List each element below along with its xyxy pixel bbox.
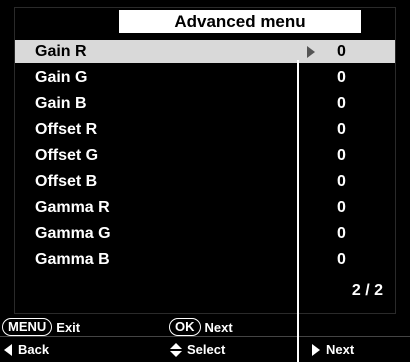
callout-guide-line <box>297 60 299 362</box>
ok-next-label: Next <box>204 319 233 335</box>
select-hint: Select <box>170 342 225 357</box>
menu-item-gamma-r[interactable]: Gamma R 0 <box>15 196 395 219</box>
menu-item-label: Gamma R <box>35 199 110 216</box>
menu-key-icon: MENU <box>2 318 53 336</box>
next-hint: Next <box>312 342 354 357</box>
adjust-right-arrow-icon[interactable] <box>307 46 315 58</box>
menu-item-gamma-g[interactable]: Gamma G 0 <box>15 222 395 245</box>
menu-item-value: 0 <box>337 251 346 268</box>
menu-item-label: Offset R <box>35 121 98 138</box>
menu-item-value: 0 <box>337 95 346 112</box>
menu-item-value: 0 <box>337 43 346 60</box>
menu-item-offset-g[interactable]: Offset G 0 <box>15 144 395 167</box>
menu-item-gain-g[interactable]: Gain G 0 <box>15 66 395 89</box>
advanced-menu-panel: Advanced menu Gain R 0 Gain G 0 Gain B 0… <box>14 7 396 314</box>
menu-exit-hint: MENU Exit <box>2 318 80 336</box>
menu-item-label: Gain B <box>35 95 87 112</box>
ok-next-hint: OK Next <box>169 318 233 336</box>
select-label: Select <box>187 342 226 357</box>
footer-divider <box>0 336 410 337</box>
menu-item-label: Gamma G <box>35 225 111 242</box>
ok-key-icon: OK <box>169 318 201 336</box>
menu-item-value: 0 <box>337 121 346 138</box>
next-label: Next <box>326 342 355 357</box>
menu-exit-label: Exit <box>56 319 81 335</box>
right-arrow-icon <box>312 343 320 356</box>
menu-item-label: Gain G <box>35 69 88 86</box>
menu-list: Gain R 0 Gain G 0 Gain B 0 Offset R 0 Of… <box>15 40 395 274</box>
menu-item-gain-r[interactable]: Gain R 0 <box>15 40 395 63</box>
back-label: Back <box>18 342 50 357</box>
menu-item-value: 0 <box>337 199 346 216</box>
menu-item-value: 0 <box>337 225 346 242</box>
menu-item-value: 0 <box>337 147 346 164</box>
projector-osd: Advanced menu Gain R 0 Gain G 0 Gain B 0… <box>0 0 410 362</box>
menu-item-value: 0 <box>337 69 346 86</box>
back-hint: Back <box>4 342 49 357</box>
menu-title: Advanced menu <box>119 10 361 33</box>
left-arrow-icon <box>4 343 12 356</box>
menu-item-gamma-b[interactable]: Gamma B 0 <box>15 248 395 271</box>
menu-item-label: Offset B <box>35 173 98 190</box>
menu-item-offset-b[interactable]: Offset B 0 <box>15 170 395 193</box>
page-indicator: 2 / 2 <box>351 282 383 299</box>
menu-item-gain-b[interactable]: Gain B 0 <box>15 92 395 115</box>
menu-item-label: Gamma B <box>35 251 110 268</box>
up-down-arrow-icon <box>170 342 182 357</box>
menu-item-offset-r[interactable]: Offset R 0 <box>15 118 395 141</box>
menu-item-value: 0 <box>337 173 346 190</box>
menu-item-label: Offset G <box>35 147 99 164</box>
menu-item-label: Gain R <box>35 43 87 60</box>
